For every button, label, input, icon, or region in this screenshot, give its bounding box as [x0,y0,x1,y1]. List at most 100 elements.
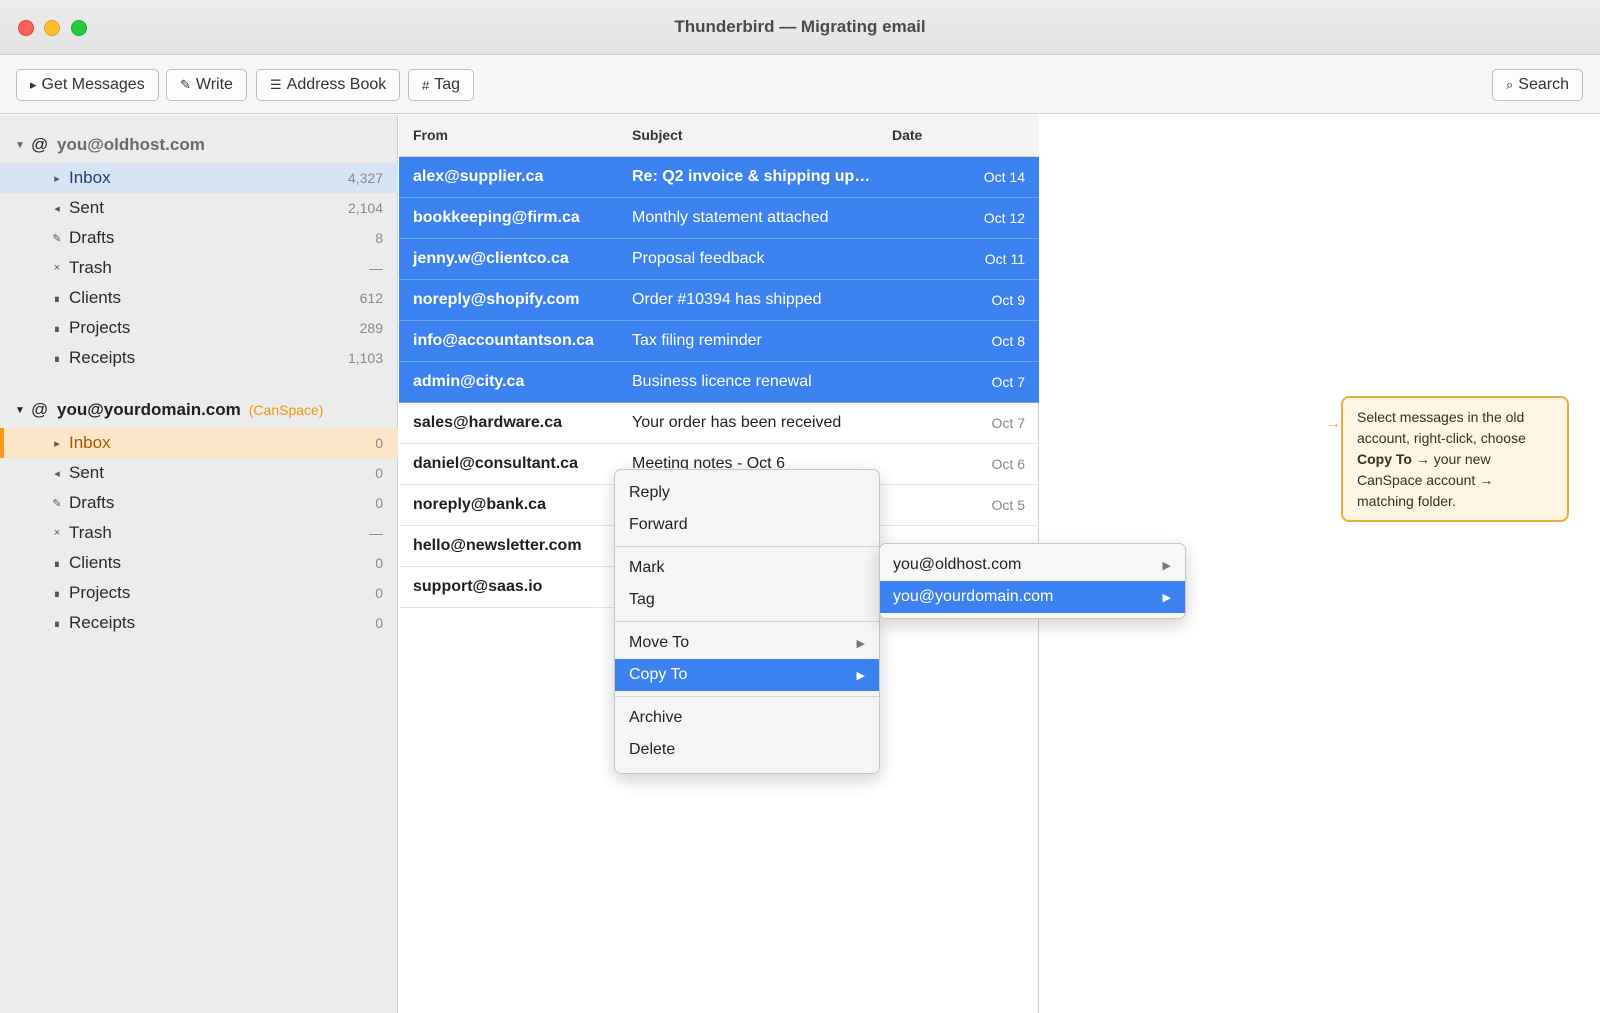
folder-item-yourdomain-inbox[interactable]: ▸ Inbox 0 [0,428,398,458]
sent-icon: ◂ [54,467,60,480]
folder-item-oldhost-trash[interactable]: × Trash — [0,253,398,283]
folder-item-yourdomain-projects[interactable]: ∎ Projects 0 [0,578,398,608]
column-header-subject[interactable]: Subject [632,127,683,143]
folder-icon: ∎ [53,587,61,600]
menu-item-copy-to[interactable]: Copy To ▶ [615,659,879,691]
folder-count: 1,103 [347,350,383,366]
menu-item-move-to[interactable]: Move To ▶ [615,627,879,659]
message-from: noreply@shopify.com [413,291,580,308]
folder-count: 0 [375,435,383,451]
title-bar: Thunderbird — Migrating email [0,0,1600,55]
account-provider-tag: (CanSpace) [248,402,324,418]
account-oldhost[interactable]: ▼ @ you@oldhost.com [0,130,398,160]
get-messages-button[interactable]: ▸ Get Messages [16,69,159,101]
folder-item-yourdomain-receipts[interactable]: ∎ Receipts 0 [0,608,398,638]
folder-count: 0 [375,585,383,601]
message-row[interactable]: alex@supplier.ca Re: Q2 invoice & shippi… [399,157,1039,198]
account-icon: @ [31,400,49,419]
folder-item-yourdomain-drafts[interactable]: ✎ Drafts 0 [0,488,398,518]
folder-count: 612 [359,290,383,306]
message-from: bookkeeping@firm.ca [413,209,580,226]
message-from: noreply@bank.ca [413,496,546,513]
submenu-item-yourdomain[interactable]: you@yourdomain.com ▶ [880,581,1185,613]
message-date: Oct 9 [991,292,1025,308]
menu-item-tag[interactable]: Tag [615,584,879,616]
folder-count: 0 [375,465,383,481]
collapse-icon[interactable]: ▼ [15,140,25,151]
search-icon: ⌕ [1506,77,1514,92]
address-book-button[interactable]: ☰ Address Book [256,69,401,101]
callout-arrow-icon: → [1325,415,1341,432]
menu-item-delete[interactable]: Delete [615,734,879,766]
submenu-arrow-icon: ▶ [856,669,865,682]
message-date: Oct 7 [991,374,1025,390]
submenu-item-label: you@oldhost.com [893,556,1022,573]
submenu-arrow-icon: ▶ [1162,591,1171,604]
message-row[interactable]: noreply@shopify.com Order #10394 has shi… [399,280,1039,321]
message-date: Oct 12 [983,210,1025,226]
message-row[interactable]: info@accountantson.ca Tax filing reminde… [399,321,1039,362]
message-from: alex@supplier.ca [413,168,544,185]
submenu-arrow-icon: ▶ [1162,559,1171,572]
context-menu: Reply Forward Mark Tag Move To ▶ Copy To… [614,469,880,774]
folder-item-oldhost-projects[interactable]: ∎ Projects 289 [0,313,398,343]
folder-item-yourdomain-sent[interactable]: ◂ Sent 0 [0,458,398,488]
menu-item-forward[interactable]: Forward [615,509,879,541]
menu-item-reply[interactable]: Reply [615,477,879,509]
message-row[interactable]: jenny.w@clientco.ca Proposal feedback Oc… [399,239,1039,280]
search-label: Search [1518,76,1569,93]
folder-name: Receipts [69,348,136,367]
message-subject: Order #10394 has shipped [632,291,822,308]
window-title: Thunderbird — Migrating email [674,17,926,36]
folder-name: Clients [69,553,121,572]
folder-count: — [369,525,383,541]
folder-item-yourdomain-trash[interactable]: × Trash — [0,518,398,548]
message-row[interactable]: sales@hardware.ca Your order has been re… [399,403,1039,444]
trash-icon: × [53,262,61,274]
message-row[interactable]: bookkeeping@firm.ca Monthly statement at… [399,198,1039,239]
folder-item-oldhost-drafts[interactable]: ✎ Drafts 8 [0,223,398,253]
account-yourdomain[interactable]: ▼ @ you@yourdomain.com (CanSpace) [0,395,398,425]
menu-item-label: Move To [629,634,690,651]
folder-name: Drafts [69,493,115,512]
folder-pane: ▼ @ you@oldhost.com ▸ Inbox 4,327 ◂ Sent… [0,115,398,1013]
tag-label: Tag [434,76,461,93]
folder-icon: ∎ [53,322,61,335]
collapse-icon[interactable]: ▼ [15,405,25,416]
menu-item-mark[interactable]: Mark [615,552,879,584]
message-date: Oct 8 [991,333,1025,349]
folder-name: Trash [69,258,112,277]
column-header-date[interactable]: Date [892,127,922,143]
message-date: Oct 11 [984,251,1025,267]
folder-item-oldhost-receipts[interactable]: ∎ Receipts 1,103 [0,343,398,373]
folder-icon: ∎ [53,352,61,365]
search-button[interactable]: ⌕ Search [1492,69,1583,101]
message-row[interactable]: admin@city.ca Business licence renewal O… [399,362,1039,403]
folder-item-oldhost-inbox[interactable]: ▸ Inbox 4,327 [0,163,398,193]
folder-item-oldhost-sent[interactable]: ◂ Sent 2,104 [0,193,398,223]
folder-name: Projects [69,318,131,337]
message-from: admin@city.ca [413,373,525,390]
message-subject: Re: Q2 invoice & shipping up… [632,168,871,185]
folder-name: Drafts [69,228,115,247]
message-subject: Your order has been received [632,414,842,431]
submenu-item-oldhost[interactable]: you@oldhost.com ▶ [880,549,1185,581]
folder-name: Inbox [69,433,111,452]
column-header-from[interactable]: From [413,127,448,143]
folder-name: Sent [69,463,104,482]
folder-item-oldhost-clients[interactable]: ∎ Clients 612 [0,283,398,313]
message-from: daniel@consultant.ca [413,455,578,472]
folder-name: Trash [69,523,112,542]
callout-bold: Copy To [1357,451,1412,467]
folder-count: 289 [359,320,383,336]
tag-button[interactable]: # Tag [408,69,475,101]
folder-name: Sent [69,198,104,217]
folder-count: 2,104 [347,200,383,216]
folder-count: 0 [375,615,383,631]
write-button[interactable]: ✎ Write [166,69,247,101]
menu-separator [615,546,879,547]
message-date: Oct 7 [991,415,1025,431]
message-date: Oct 5 [991,497,1025,513]
folder-item-yourdomain-clients[interactable]: ∎ Clients 0 [0,548,398,578]
menu-item-archive[interactable]: Archive [615,702,879,734]
